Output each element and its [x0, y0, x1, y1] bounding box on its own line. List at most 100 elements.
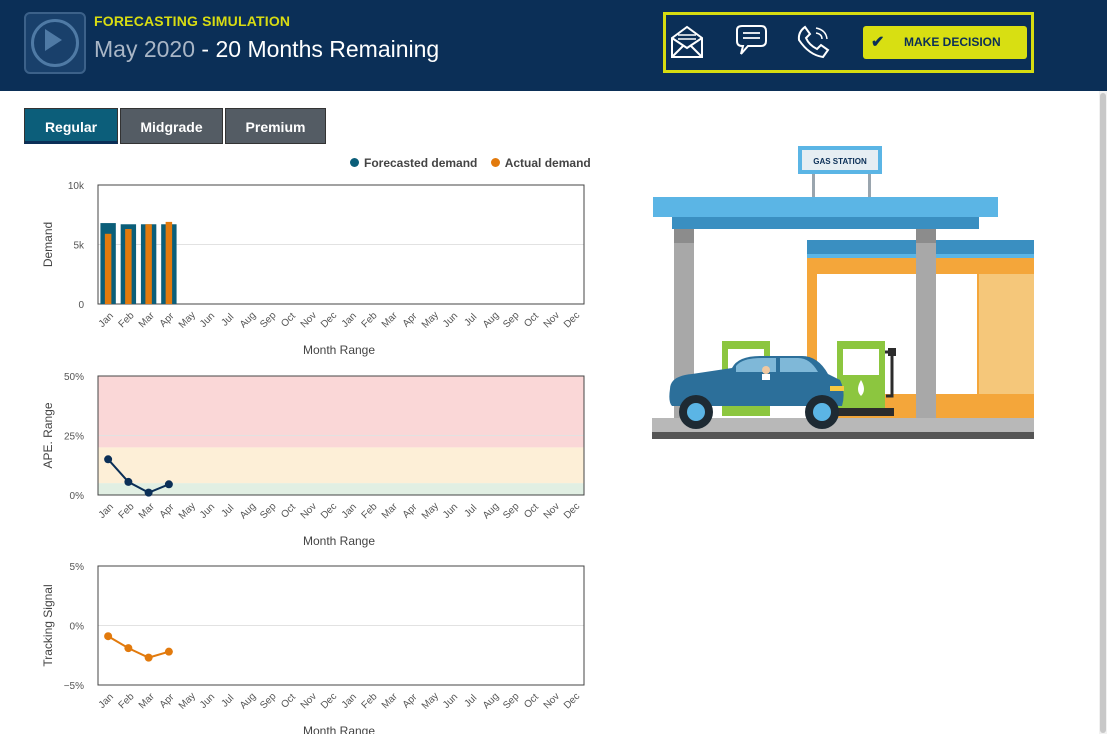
x-tick-label: Dec [562, 501, 582, 521]
x-tick-label: Feb [117, 691, 137, 711]
x-axis-title: Month Range [303, 534, 375, 548]
vertical-scrollbar[interactable] [1099, 91, 1107, 734]
x-tick-label: Oct [522, 502, 541, 521]
y-axis-title: APE. Range [41, 402, 55, 468]
x-tick-label: Jul [462, 312, 479, 329]
x-tick-label: Apr [401, 310, 420, 329]
y-tick-label: 10k [68, 181, 85, 192]
make-decision-button[interactable]: ✔ MAKE DECISION [863, 26, 1027, 59]
scrollbar-thumb[interactable] [1100, 93, 1106, 733]
x-tick-label: Nov [299, 310, 319, 330]
data-point [144, 488, 153, 497]
x-tick-label: Feb [360, 310, 380, 330]
months-remaining: 20 Months Remaining [215, 36, 440, 62]
data-point [124, 477, 133, 486]
legend-actual[interactable]: Actual demand [490, 156, 591, 170]
x-tick-label: Jan [97, 692, 116, 711]
actions-toolbar: ✔ MAKE DECISION [663, 12, 1034, 73]
x-tick-label: Nov [299, 691, 319, 711]
x-tick-label: Jun [198, 502, 217, 521]
chart-legend: Forecasted demand Actual demand [350, 156, 601, 170]
x-tick-label: May [177, 691, 198, 712]
y-tick-label: 25% [64, 432, 84, 443]
x-tick-label: Oct [279, 311, 298, 330]
page-title: May 2020 - 20 Months Remaining [94, 36, 439, 63]
x-tick-label: Feb [360, 691, 380, 711]
actual-bar [165, 221, 173, 304]
x-tick-label: May [177, 310, 198, 331]
x-tick-label: Oct [522, 311, 541, 330]
x-tick-label: Apr [158, 310, 177, 329]
range-band-1 [98, 447, 584, 484]
y-tick-label: 0% [70, 491, 85, 502]
x-tick-label: Dec [319, 310, 339, 330]
x-tick-label: Sep [258, 501, 279, 522]
envelope-icon[interactable] [669, 24, 705, 60]
x-tick-label: Oct [522, 692, 541, 711]
actual-bar [145, 224, 152, 304]
simulation-label: FORECASTING SIMULATION [94, 13, 291, 29]
data-point [144, 653, 153, 662]
tab-premium[interactable]: Premium [225, 108, 326, 144]
play-triangle [45, 29, 62, 51]
x-tick-label: Jun [441, 311, 460, 330]
y-tick-label: 0 [78, 300, 84, 311]
check-icon: ✔ [871, 34, 885, 51]
x-tick-label: Apr [158, 501, 177, 520]
x-tick-label: Jan [97, 502, 116, 521]
x-tick-label: Sep [258, 691, 279, 712]
x-tick-label: Jan [340, 311, 359, 330]
current-date: May 2020 [94, 36, 196, 62]
chat-bubble-icon[interactable] [733, 24, 769, 60]
make-decision-label: MAKE DECISION [904, 35, 1001, 49]
series-line [107, 635, 170, 659]
tab-regular[interactable]: Regular [24, 108, 118, 144]
data-point [104, 632, 113, 641]
phone-icon[interactable] [795, 24, 831, 60]
legend-forecast[interactable]: Forecasted demand [350, 156, 477, 170]
x-tick-label: Jun [198, 692, 217, 711]
gas-station-illustration: GAS STATION [652, 146, 1034, 439]
x-axis-title: Month Range [303, 724, 375, 734]
x-tick-label: Jul [462, 503, 479, 520]
x-tick-label: May [420, 310, 441, 331]
x-tick-label: Sep [258, 310, 279, 331]
x-tick-label: Nov [542, 691, 562, 711]
x-tick-label: Mar [137, 691, 157, 711]
x-axis-title: Month Range [303, 343, 375, 357]
x-tick-label: Aug [481, 691, 501, 711]
data-point [124, 644, 133, 653]
x-tick-label: Nov [299, 501, 319, 521]
play-button[interactable] [24, 12, 86, 74]
data-point [164, 480, 173, 489]
x-tick-label: Mar [137, 310, 157, 330]
x-tick-label: May [177, 501, 198, 522]
x-tick-label: Jan [340, 502, 359, 521]
x-tick-label: Feb [360, 501, 380, 521]
x-tick-label: Oct [279, 502, 298, 521]
x-tick-label: Mar [380, 501, 400, 521]
y-axis-title: Demand [41, 222, 55, 267]
ape-chart: 0%25%50%Jan Feb Mar Apr May Jun Jul Aug Sep Oct No… [41, 372, 585, 548]
range-band-2 [98, 376, 584, 448]
y-axis-title: Tracking Signal [41, 584, 55, 666]
y-tick-label: −5% [64, 681, 84, 692]
x-tick-label: Apr [401, 501, 420, 520]
x-tick-label: Jul [462, 693, 479, 710]
y-tick-label: 50% [64, 372, 84, 383]
x-tick-label: Jan [340, 692, 359, 711]
x-tick-label: Oct [279, 692, 298, 711]
x-tick-label: Jul [219, 693, 236, 710]
x-tick-label: Aug [481, 501, 501, 521]
x-tick-label: Aug [481, 310, 501, 330]
tab-midgrade[interactable]: Midgrade [120, 108, 223, 144]
x-tick-label: Dec [319, 691, 339, 711]
x-tick-label: Nov [542, 501, 562, 521]
x-tick-label: Jun [441, 692, 460, 711]
x-tick-label: Nov [542, 310, 562, 330]
x-tick-label: Aug [238, 310, 258, 330]
x-tick-label: Jan [97, 311, 116, 330]
y-tick-label: 5k [73, 241, 85, 252]
x-tick-label: Mar [380, 310, 400, 330]
actual-bar [104, 233, 112, 304]
